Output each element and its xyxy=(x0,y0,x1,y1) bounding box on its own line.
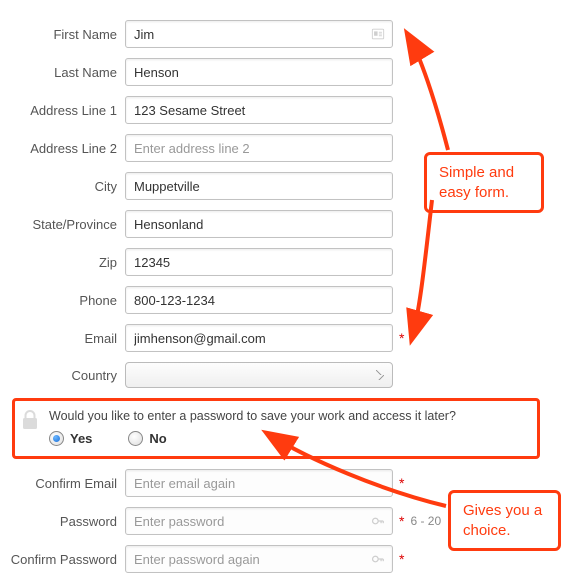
email-label: Email xyxy=(0,331,125,346)
required-mark: * xyxy=(399,513,404,529)
address2-input[interactable] xyxy=(125,134,393,162)
lock-icon xyxy=(21,409,39,431)
required-mark: * xyxy=(399,475,404,491)
last-name-label: Last Name xyxy=(0,65,125,80)
confirm-password-label: Confirm Password xyxy=(0,552,125,567)
confirm-password-input[interactable] xyxy=(125,545,393,573)
state-input[interactable] xyxy=(125,210,393,238)
confirm-email-label: Confirm Email xyxy=(0,476,125,491)
email-input[interactable] xyxy=(125,324,393,352)
city-label: City xyxy=(0,179,125,194)
phone-label: Phone xyxy=(0,293,125,308)
key-icon xyxy=(371,552,385,566)
radio-option-no[interactable]: No xyxy=(128,431,166,446)
callout-choice: Gives you a choice. xyxy=(448,490,561,551)
password-input[interactable] xyxy=(125,507,393,535)
phone-input[interactable] xyxy=(125,286,393,314)
address1-label: Address Line 1 xyxy=(0,103,125,118)
zip-label: Zip xyxy=(0,255,125,270)
address2-label: Address Line 2 xyxy=(0,141,125,156)
first-name-input[interactable] xyxy=(125,20,393,48)
radio-yes-label: Yes xyxy=(70,431,92,446)
radio-no-indicator xyxy=(128,431,143,446)
address1-input[interactable] xyxy=(125,96,393,124)
callout-simple: Simple and easy form. xyxy=(424,152,544,213)
zip-input[interactable] xyxy=(125,248,393,276)
password-question-box: Would you like to enter a password to sa… xyxy=(12,398,540,459)
radio-option-yes[interactable]: Yes xyxy=(49,431,92,446)
state-label: State/Province xyxy=(0,217,125,232)
country-label: Country xyxy=(0,368,125,383)
required-mark: * xyxy=(399,551,404,567)
radio-no-label: No xyxy=(149,431,166,446)
first-name-label: First Name xyxy=(0,27,125,42)
country-select[interactable] xyxy=(125,362,393,388)
password-prompt: Would you like to enter a password to sa… xyxy=(49,409,527,423)
contact-card-icon xyxy=(371,27,385,41)
key-icon xyxy=(371,514,385,528)
city-input[interactable] xyxy=(125,172,393,200)
last-name-input[interactable] xyxy=(125,58,393,86)
confirm-email-input[interactable] xyxy=(125,469,393,497)
radio-yes-indicator xyxy=(49,431,64,446)
required-mark: * xyxy=(399,330,404,346)
password-label: Password xyxy=(0,514,125,529)
password-hint: 6 - 20 xyxy=(410,514,441,528)
